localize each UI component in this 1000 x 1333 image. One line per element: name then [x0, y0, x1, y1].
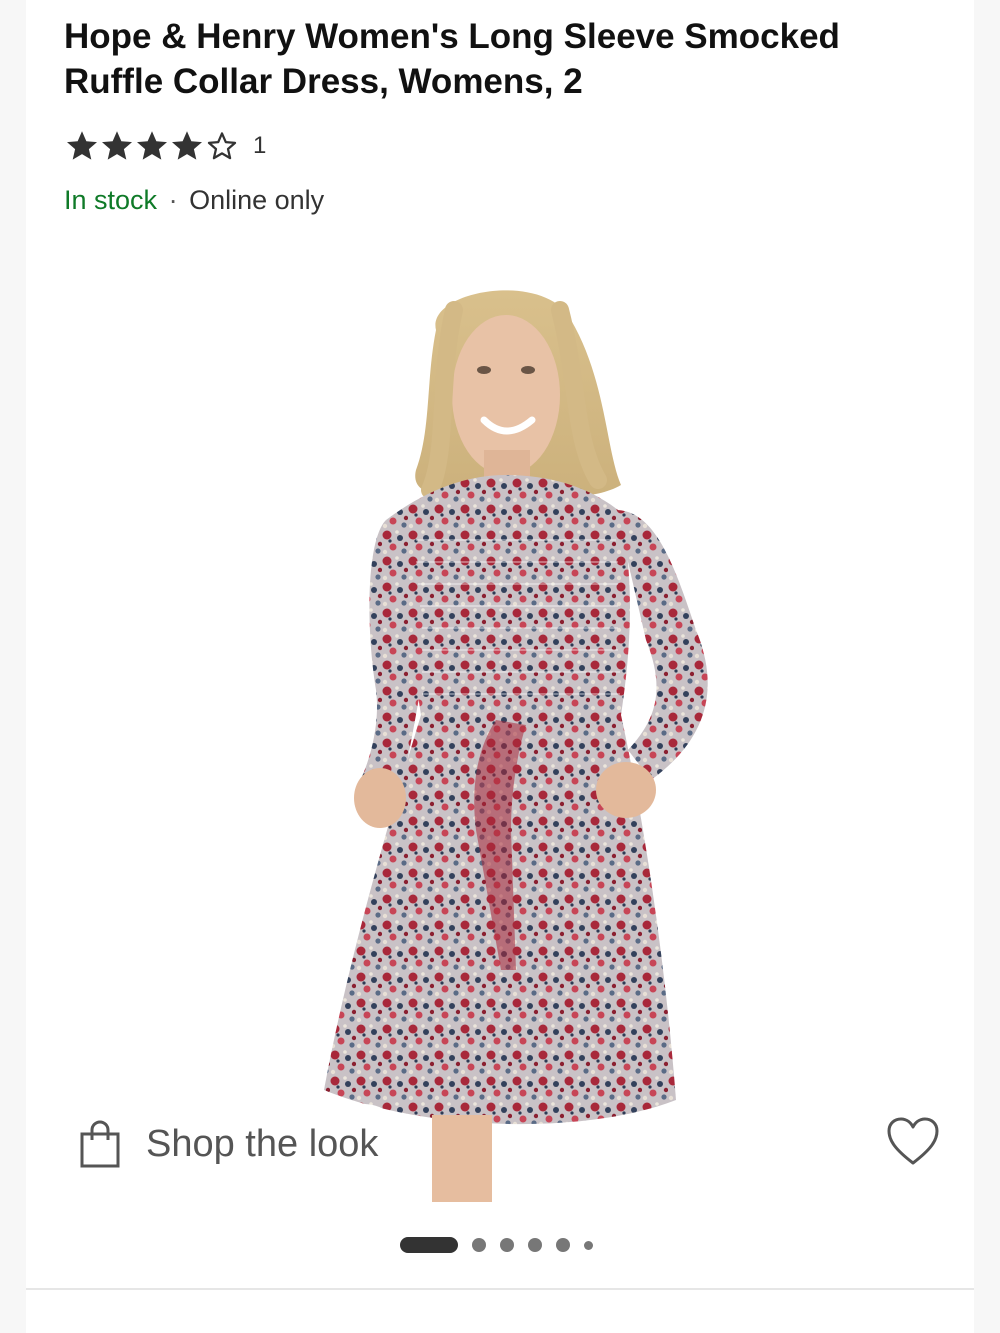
heart-icon[interactable]	[886, 1116, 940, 1168]
carousel-dot[interactable]	[472, 1238, 486, 1252]
shop-the-look-button[interactable]: Shop the look	[52, 1104, 404, 1184]
star-filled-icon	[137, 131, 167, 160]
product-image[interactable]	[226, 270, 766, 1202]
shopping-bag-icon	[80, 1120, 120, 1168]
star-filled-icon	[102, 131, 132, 160]
carousel-dot-active[interactable]	[400, 1237, 458, 1253]
separator: ·	[168, 185, 178, 215]
product-title: Hope & Henry Women's Long Sleeve Smocked…	[64, 17, 840, 101]
stock-status: In stock	[64, 185, 158, 215]
rating-row[interactable]: 1	[64, 124, 266, 168]
section-divider	[26, 1288, 974, 1290]
availability-row: In stock · Online only	[64, 183, 324, 217]
carousel-dot[interactable]	[528, 1238, 542, 1252]
shop-the-look-label: Shop the look	[146, 1122, 379, 1165]
star-empty-icon	[207, 132, 237, 160]
availability-note: Online only	[189, 185, 325, 215]
carousel-dot[interactable]	[556, 1238, 570, 1252]
star-rating	[64, 128, 239, 164]
star-filled-icon	[67, 131, 97, 160]
product-page: Hope & Henry Women's Long Sleeve Smocked…	[26, 0, 974, 1333]
star-filled-icon	[172, 131, 202, 160]
carousel-indicators	[400, 1236, 607, 1254]
carousel-dot[interactable]	[500, 1238, 514, 1252]
review-count[interactable]: 1	[253, 132, 266, 160]
carousel-dot[interactable]	[584, 1240, 593, 1250]
